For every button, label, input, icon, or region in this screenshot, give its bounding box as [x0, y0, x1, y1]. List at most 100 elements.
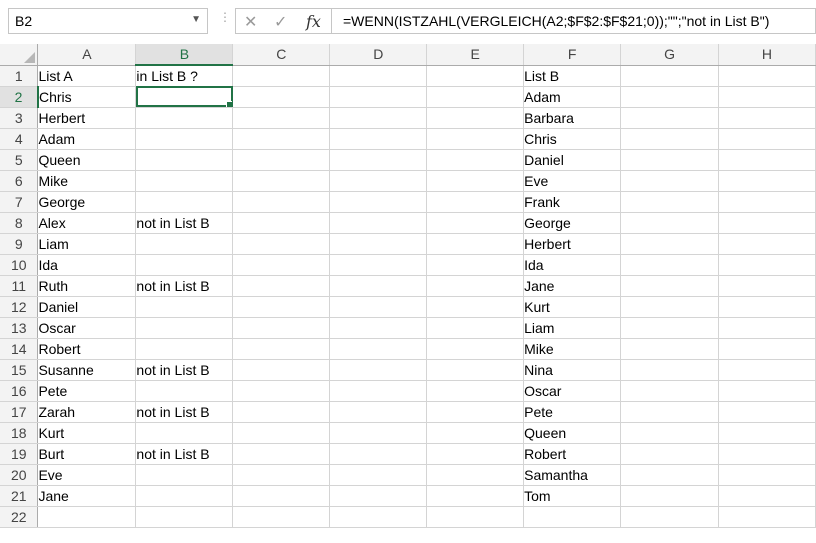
cell-c3[interactable]	[232, 107, 331, 129]
cell-c4[interactable]	[232, 128, 331, 150]
cell-e16[interactable]	[426, 380, 525, 402]
select-all-corner[interactable]	[0, 44, 39, 66]
cell-e4[interactable]	[426, 128, 525, 150]
cell-c14[interactable]	[232, 338, 331, 360]
row-header-12[interactable]: 12	[0, 296, 39, 318]
row-header-18[interactable]: 18	[0, 422, 39, 444]
cell-f1[interactable]: List B	[523, 65, 622, 87]
row-header-6[interactable]: 6	[0, 170, 39, 192]
column-header-d[interactable]: D	[329, 44, 428, 66]
cell-a10[interactable]: Ida	[37, 254, 137, 276]
cell-g10[interactable]	[620, 254, 719, 276]
cell-d18[interactable]	[329, 422, 428, 444]
cell-g16[interactable]	[620, 380, 719, 402]
column-header-g[interactable]: G	[620, 44, 719, 66]
cell-b14[interactable]	[135, 338, 234, 360]
cell-a21[interactable]: Jane	[37, 485, 137, 507]
row-header-21[interactable]: 21	[0, 485, 39, 507]
column-header-a[interactable]: A	[37, 44, 137, 66]
cell-g2[interactable]	[620, 86, 719, 108]
cell-h9[interactable]	[718, 233, 816, 255]
cell-c19[interactable]	[232, 443, 331, 465]
cell-a15[interactable]: Susanne	[37, 359, 137, 381]
cell-f8[interactable]: George	[523, 212, 622, 234]
cell-d14[interactable]	[329, 338, 428, 360]
row-header-7[interactable]: 7	[0, 191, 39, 213]
cell-d4[interactable]	[329, 128, 428, 150]
cell-e18[interactable]	[426, 422, 525, 444]
cell-c17[interactable]	[232, 401, 331, 423]
cell-g18[interactable]	[620, 422, 719, 444]
cell-h4[interactable]	[718, 128, 816, 150]
column-header-h[interactable]: H	[718, 44, 816, 66]
cell-c22[interactable]	[232, 506, 331, 528]
column-header-b[interactable]: B	[135, 44, 234, 66]
cell-f16[interactable]: Oscar	[523, 380, 622, 402]
cell-d20[interactable]	[329, 464, 428, 486]
cell-e11[interactable]	[426, 275, 525, 297]
cell-h13[interactable]	[718, 317, 816, 339]
row-header-17[interactable]: 17	[0, 401, 39, 423]
cell-f22[interactable]	[523, 506, 622, 528]
cell-e1[interactable]	[426, 65, 525, 87]
cell-d15[interactable]	[329, 359, 428, 381]
cell-b17[interactable]: not in List B	[135, 401, 234, 423]
cell-b7[interactable]	[135, 191, 234, 213]
cell-g6[interactable]	[620, 170, 719, 192]
cell-f20[interactable]: Samantha	[523, 464, 622, 486]
cell-b5[interactable]	[135, 149, 234, 171]
cell-d11[interactable]	[329, 275, 428, 297]
cell-g3[interactable]	[620, 107, 719, 129]
row-header-2[interactable]: 2	[0, 86, 39, 108]
drag-handle-icon[interactable]: ⋮	[219, 10, 231, 24]
column-header-e[interactable]: E	[426, 44, 525, 66]
cell-h20[interactable]	[718, 464, 816, 486]
row-header-9[interactable]: 9	[0, 233, 39, 255]
row-header-20[interactable]: 20	[0, 464, 39, 486]
cell-h5[interactable]	[718, 149, 816, 171]
cancel-icon[interactable]: ✕	[244, 12, 257, 32]
cell-a6[interactable]: Mike	[37, 170, 137, 192]
cell-d16[interactable]	[329, 380, 428, 402]
cell-c7[interactable]	[232, 191, 331, 213]
cell-f6[interactable]: Eve	[523, 170, 622, 192]
cell-c11[interactable]	[232, 275, 331, 297]
cell-h17[interactable]	[718, 401, 816, 423]
cell-b10[interactable]	[135, 254, 234, 276]
cell-e9[interactable]	[426, 233, 525, 255]
cell-c18[interactable]	[232, 422, 331, 444]
cell-c8[interactable]	[232, 212, 331, 234]
cell-d8[interactable]	[329, 212, 428, 234]
cell-b3[interactable]	[135, 107, 234, 129]
cell-f18[interactable]: Queen	[523, 422, 622, 444]
cell-g15[interactable]	[620, 359, 719, 381]
row-header-10[interactable]: 10	[0, 254, 39, 276]
cell-c10[interactable]	[232, 254, 331, 276]
cell-g21[interactable]	[620, 485, 719, 507]
row-header-14[interactable]: 14	[0, 338, 39, 360]
cell-f19[interactable]: Robert	[523, 443, 622, 465]
cell-g7[interactable]	[620, 191, 719, 213]
cell-g8[interactable]	[620, 212, 719, 234]
cell-e15[interactable]	[426, 359, 525, 381]
cell-h3[interactable]	[718, 107, 816, 129]
cell-d1[interactable]	[329, 65, 428, 87]
cell-d6[interactable]	[329, 170, 428, 192]
cell-f14[interactable]: Mike	[523, 338, 622, 360]
cell-g20[interactable]	[620, 464, 719, 486]
cell-c21[interactable]	[232, 485, 331, 507]
cell-b20[interactable]	[135, 464, 234, 486]
cell-e12[interactable]	[426, 296, 525, 318]
cell-a1[interactable]: List A	[37, 65, 137, 87]
cell-g14[interactable]	[620, 338, 719, 360]
row-header-11[interactable]: 11	[0, 275, 39, 297]
row-header-13[interactable]: 13	[0, 317, 39, 339]
cell-c13[interactable]	[232, 317, 331, 339]
cell-f21[interactable]: Tom	[523, 485, 622, 507]
name-box[interactable]: B2 ▼	[8, 8, 208, 34]
cell-b13[interactable]	[135, 317, 234, 339]
cell-b19[interactable]: not in List B	[135, 443, 234, 465]
cell-b6[interactable]	[135, 170, 234, 192]
cell-b1[interactable]: in List B ?	[135, 65, 234, 87]
cell-f5[interactable]: Daniel	[523, 149, 622, 171]
